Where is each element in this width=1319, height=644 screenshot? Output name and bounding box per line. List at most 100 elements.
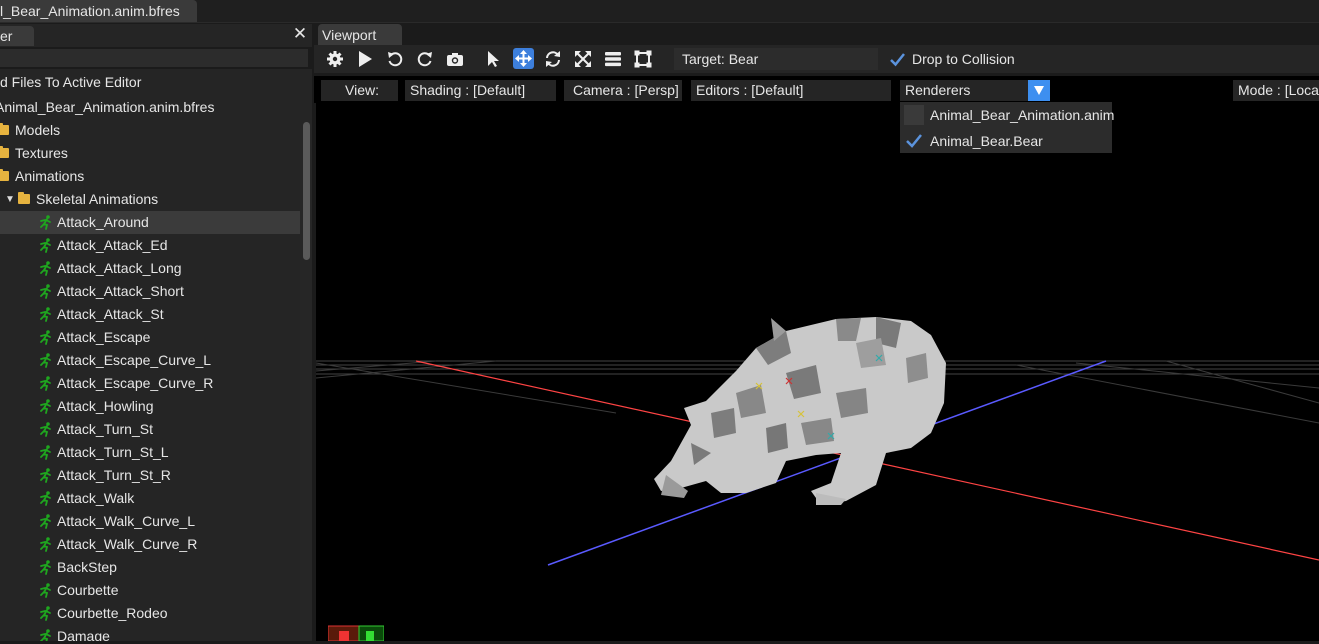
viewport-tab[interactable]: Viewport: [318, 24, 402, 45]
file-tab-label: l_Bear_Animation.anim.bfres: [0, 3, 180, 19]
document-tab-bar: [0, 0, 1319, 23]
renderer-option-label: Animal_Bear.Bear: [930, 133, 1043, 149]
tree-item[interactable]: ▼ Skeletal Animations: [0, 188, 300, 211]
close-icon[interactable]: ✕: [292, 24, 308, 44]
tree-item-label: Attack_Escape: [57, 329, 151, 345]
renderer-checkbox[interactable]: [904, 105, 924, 125]
folder-icon: [0, 146, 9, 158]
add-files-to-editor-button[interactable]: d Files To Active Editor: [0, 74, 141, 90]
tree-item-label: Skeletal Animations: [36, 191, 159, 207]
running-figure-icon: [40, 629, 51, 641]
tree-item[interactable]: Attack_Turn_St: [0, 418, 300, 441]
transform-box-icon[interactable]: [634, 50, 652, 68]
scale-icon[interactable]: [574, 50, 592, 68]
3d-viewport[interactable]: [316, 103, 1319, 641]
shading-menu-label: Shading : [Default]: [410, 82, 526, 98]
tree-item-label: Attack_Walk_Curve_R: [57, 536, 198, 552]
outliner-tab-label: er: [0, 28, 13, 44]
tree-item-label: Textures: [15, 145, 68, 161]
tree-item-label: Attack_Walk: [57, 490, 135, 506]
play-icon[interactable]: [356, 50, 374, 68]
running-figure-icon: [40, 307, 51, 322]
tree-item[interactable]: Courbette_Rodeo: [0, 602, 300, 625]
running-figure-icon: [40, 583, 51, 598]
editors-menu-label: Editors : [Default]: [696, 82, 804, 98]
shading-menu[interactable]: Shading : [Default]: [405, 80, 556, 101]
chevron-down-icon[interactable]: [1028, 80, 1050, 101]
tree-item[interactable]: Attack_Escape: [0, 326, 300, 349]
running-figure-icon: [40, 606, 51, 621]
target-label: Target: Bear: [682, 51, 759, 67]
redo-icon[interactable]: [416, 50, 434, 68]
layers-icon[interactable]: [604, 50, 622, 68]
renderer-option[interactable]: Animal_Bear_Animation.anim: [900, 103, 1115, 127]
tree-item[interactable]: Animal_Bear_Animation.anim.bfres: [0, 96, 300, 119]
tree-item-label: Animal_Bear_Animation.anim.bfres: [0, 99, 215, 115]
folder-icon: [0, 169, 9, 181]
tree-item[interactable]: Attack_Howling: [0, 395, 300, 418]
view-orientation-cube[interactable]: [327, 622, 385, 642]
undo-icon[interactable]: [386, 50, 404, 68]
running-figure-icon: [40, 399, 51, 414]
bear-model: [654, 317, 946, 505]
tree-item[interactable]: Attack_Walk_Curve_L: [0, 510, 300, 533]
camera-menu-label: Camera : [Persp]: [573, 82, 679, 98]
tree-item[interactable]: Animations: [0, 165, 300, 188]
folder-icon: [18, 192, 30, 204]
tree-item-label: Models: [15, 122, 61, 138]
tree-item[interactable]: Attack_Around: [0, 211, 300, 234]
tree-item[interactable]: Courbette: [0, 579, 300, 602]
editors-menu[interactable]: Editors : [Default]: [691, 80, 891, 101]
running-figure-icon: [40, 330, 51, 345]
tree-item[interactable]: Attack_Attack_Short: [0, 280, 300, 303]
camera-menu[interactable]: Camera : [Persp]: [564, 80, 682, 101]
tree-scrollbar-thumb[interactable]: [303, 122, 310, 260]
running-figure-icon: [40, 560, 51, 575]
renderers-label: Renderers: [905, 82, 971, 98]
tree-item-label: Attack_Turn_St_R: [57, 467, 171, 483]
mode-menu-label: Mode : [Local: [1238, 82, 1319, 98]
mode-menu[interactable]: Mode : [Local: [1233, 80, 1319, 101]
select-arrow-icon[interactable]: [484, 50, 502, 68]
viewport-tab-label: Viewport: [322, 27, 377, 43]
tree-item[interactable]: Attack_Escape_Curve_L: [0, 349, 300, 372]
file-tab[interactable]: l_Bear_Animation.anim.bfres: [0, 0, 197, 22]
tree-item[interactable]: Models: [0, 119, 300, 142]
target-field[interactable]: Target: Bear: [674, 48, 878, 70]
tree-item[interactable]: Attack_Turn_St_L: [0, 441, 300, 464]
tree-item-label: Attack_Attack_Ed: [57, 237, 168, 253]
expand-arrow-icon[interactable]: ▼: [5, 188, 15, 211]
tree-item-label: Attack_Howling: [57, 398, 154, 414]
view-menu[interactable]: View:: [321, 80, 398, 101]
running-figure-icon: [40, 422, 51, 437]
tree-item[interactable]: Attack_Attack_Long: [0, 257, 300, 280]
renderer-option-label: Animal_Bear_Animation.anim: [930, 107, 1115, 123]
tree-item[interactable]: Attack_Walk: [0, 487, 300, 510]
renderer-checkbox[interactable]: [904, 131, 924, 151]
tree-item[interactable]: Attack_Escape_Curve_R: [0, 372, 300, 395]
rotate-icon[interactable]: [544, 50, 562, 68]
tree-item-label: Attack_Turn_St: [57, 421, 153, 437]
running-figure-icon: [40, 445, 51, 460]
camera-icon[interactable]: [446, 50, 464, 68]
tree-item-label: Animations: [15, 168, 85, 184]
drop-to-collision-checkbox[interactable]: [889, 51, 906, 68]
outliner-panel: er ✕ d Files To Active Editor Animal_Bea…: [0, 24, 312, 641]
tree-item[interactable]: Attack_Attack_St: [0, 303, 300, 326]
gear-icon[interactable]: [326, 50, 344, 68]
tree-item[interactable]: Attack_Turn_St_R: [0, 464, 300, 487]
tree-item[interactable]: Textures: [0, 142, 300, 165]
move-icon[interactable]: [513, 48, 534, 69]
tree-item-label: BackStep: [57, 559, 117, 575]
outliner-tab[interactable]: er: [0, 26, 34, 46]
running-figure-icon: [40, 376, 51, 391]
tree-item[interactable]: Attack_Walk_Curve_R: [0, 533, 300, 556]
tree-item-label: Attack_Attack_Short: [57, 283, 184, 299]
search-input[interactable]: [0, 49, 308, 67]
checkmark-icon: [906, 134, 922, 148]
view-menu-label: View:: [345, 82, 379, 98]
tree-item[interactable]: Damage: [0, 625, 300, 641]
tree-item[interactable]: BackStep: [0, 556, 300, 579]
renderer-option[interactable]: Animal_Bear.Bear: [900, 129, 1112, 153]
tree-item[interactable]: Attack_Attack_Ed: [0, 234, 300, 257]
